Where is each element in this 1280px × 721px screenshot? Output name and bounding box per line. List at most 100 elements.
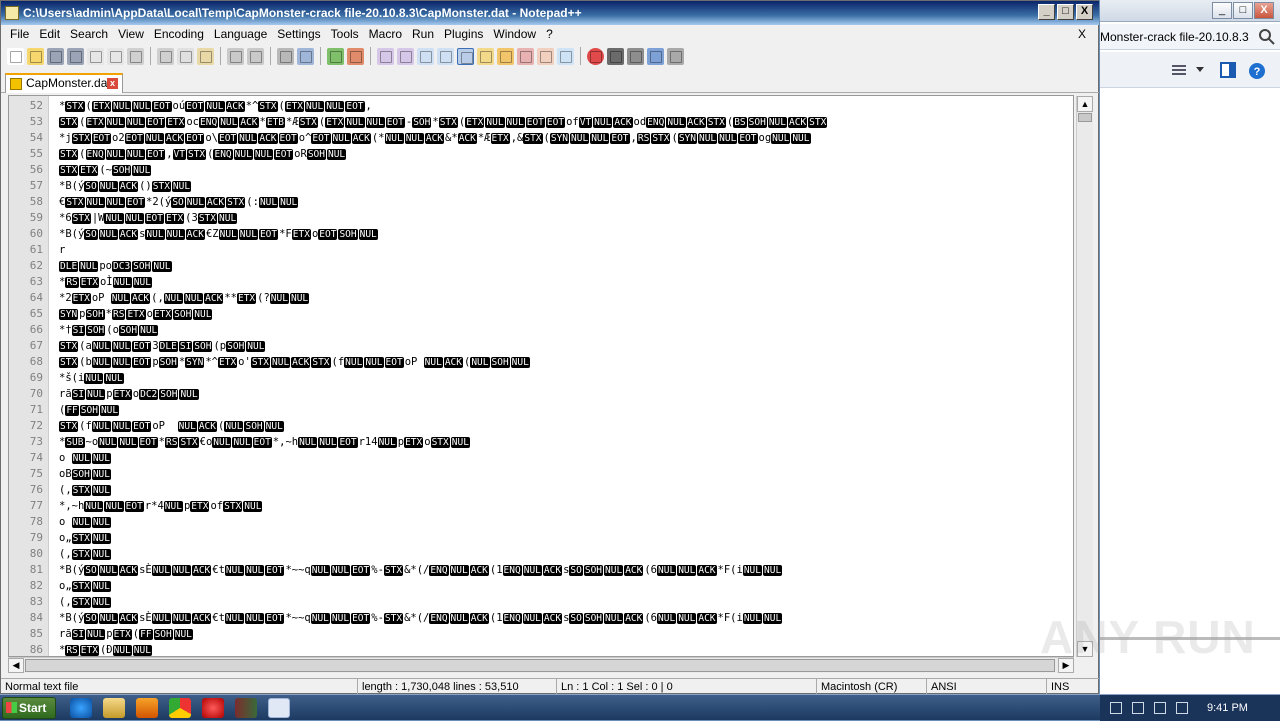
chrome-icon[interactable] [169, 698, 191, 718]
editor-area[interactable]: 52 53 54 55 56 57 58 59 60 61 62 63 64 65 66 67 68 69 70 71… [8, 95, 1074, 657]
file-explorer-icon[interactable] [103, 698, 125, 718]
control-char-token: STX [311, 357, 331, 368]
run-macro-multiple-icon[interactable] [647, 47, 664, 65]
network-icon[interactable] [1154, 702, 1166, 714]
winrar-icon[interactable] [235, 698, 257, 718]
control-char-token: SO [84, 565, 98, 576]
menu-encoding[interactable]: Encoding [149, 25, 209, 43]
control-char-token: EOT [265, 613, 285, 624]
menu-help[interactable]: ? [541, 25, 558, 43]
redo-icon[interactable] [247, 47, 264, 65]
play-macro-icon[interactable] [627, 47, 644, 65]
search-icon[interactable] [1258, 28, 1276, 46]
menu-plugins[interactable]: Plugins [439, 25, 488, 43]
tray-expand-icon[interactable] [1110, 702, 1122, 714]
folder-workspace-icon[interactable] [537, 47, 554, 65]
replace-icon[interactable] [297, 47, 314, 65]
menu-search[interactable]: Search [65, 25, 113, 43]
function-list-icon[interactable] [517, 47, 534, 65]
control-char-token: ETX [465, 117, 485, 128]
print-icon[interactable] [127, 47, 144, 65]
line-number: 83 [29, 595, 43, 608]
opera-icon[interactable] [202, 698, 224, 718]
close-all-icon[interactable] [107, 47, 124, 65]
control-char-token: NUL [193, 309, 213, 320]
control-char-token: NUL [310, 565, 330, 576]
control-char-token: NUL [163, 293, 183, 304]
save-icon[interactable] [47, 47, 64, 65]
code-line: *B(ýSO NUL ACK sÈNUL NUL ACK €tNUL NUL EOT *~~qNU… [59, 564, 783, 576]
menu-tools[interactable]: Tools [326, 25, 364, 43]
tab-capmonster-dat[interactable]: CapMonster.dat x [5, 73, 123, 93]
zoom-out-icon[interactable] [347, 47, 364, 65]
word-wrap-icon[interactable] [417, 47, 434, 65]
menu-run[interactable]: Run [407, 25, 439, 43]
scroll-up-arrow-icon[interactable]: ▲ [1077, 96, 1093, 112]
menu-file[interactable]: File [5, 25, 34, 43]
menu-macro[interactable]: Macro [364, 25, 407, 43]
control-char-token: RS [636, 133, 651, 144]
background-minimize-button[interactable]: _ [1212, 2, 1232, 19]
preview-pane-icon[interactable] [1220, 62, 1236, 78]
monitoring-icon[interactable] [557, 47, 574, 65]
horizontal-scrollbar[interactable]: ◀ ▶ [8, 657, 1074, 673]
close-document-button[interactable]: X [1073, 25, 1091, 43]
notepadpp-taskbar-icon[interactable] [268, 698, 290, 718]
help-icon[interactable]: ? [1248, 62, 1266, 80]
stop-macro-icon[interactable] [607, 47, 624, 65]
save-macro-icon[interactable] [667, 47, 684, 65]
vertical-scrollbar[interactable]: ▲ ▼ [1076, 96, 1093, 657]
control-char-token: STX [59, 165, 79, 176]
undo-icon[interactable] [227, 47, 244, 65]
code-line: (,STX NUL [59, 596, 111, 608]
vertical-scroll-thumb[interactable] [1078, 113, 1092, 122]
close-button[interactable]: X [1076, 4, 1093, 20]
sync-horizontal-icon[interactable] [397, 47, 414, 65]
background-address-bar[interactable]: Monster-crack file-20.10.8.3 [1100, 24, 1280, 50]
new-file-icon[interactable] [7, 47, 24, 65]
horizontal-scroll-thumb[interactable] [25, 659, 1055, 672]
control-char-token: EOT [124, 133, 144, 144]
control-char-token: STX [71, 213, 91, 224]
zoom-in-icon[interactable] [327, 47, 344, 65]
menu-edit[interactable]: Edit [34, 25, 65, 43]
close-file-icon[interactable] [87, 47, 104, 65]
control-char-token: NUL [132, 645, 152, 656]
menu-window[interactable]: Window [488, 25, 541, 43]
paste-icon[interactable] [197, 47, 214, 65]
open-file-icon[interactable] [27, 47, 44, 65]
control-char-token: SOH [86, 325, 106, 336]
background-maximize-button[interactable]: □ [1233, 2, 1253, 19]
sync-vertical-icon[interactable] [377, 47, 394, 65]
flag-icon[interactable] [1132, 702, 1144, 714]
chevron-down-icon[interactable] [1196, 67, 1204, 73]
media-player-icon[interactable] [136, 698, 158, 718]
menu-view[interactable]: View [113, 25, 149, 43]
background-close-button[interactable]: X [1254, 2, 1274, 19]
control-char-token: ETX [91, 101, 111, 112]
internet-explorer-icon[interactable] [70, 698, 92, 718]
save-all-icon[interactable] [67, 47, 84, 65]
find-icon[interactable] [277, 47, 294, 65]
cut-icon[interactable] [157, 47, 174, 65]
record-macro-icon[interactable] [587, 47, 604, 65]
maximize-button[interactable]: □ [1057, 4, 1074, 20]
tab-close-icon[interactable]: x [107, 78, 118, 89]
control-char-token: NUL [179, 389, 199, 400]
volume-icon[interactable] [1176, 702, 1188, 714]
menu-settings[interactable]: Settings [272, 25, 325, 43]
doc-map-icon[interactable] [497, 47, 514, 65]
view-list-icon[interactable] [1172, 64, 1186, 76]
line-number: 57 [29, 179, 43, 192]
language-udl-icon[interactable] [477, 47, 494, 65]
show-all-chars-icon[interactable] [437, 47, 454, 65]
menu-language[interactable]: Language [209, 25, 272, 43]
indent-guide-icon[interactable] [457, 47, 474, 65]
scroll-left-arrow-icon[interactable]: ◀ [8, 658, 24, 673]
minimize-button[interactable]: _ [1038, 4, 1055, 20]
copy-icon[interactable] [177, 47, 194, 65]
start-button[interactable]: Start [2, 697, 56, 719]
control-char-token: NUL [510, 357, 530, 368]
line-number: 65 [29, 307, 43, 320]
control-char-token: NUL [224, 565, 245, 576]
